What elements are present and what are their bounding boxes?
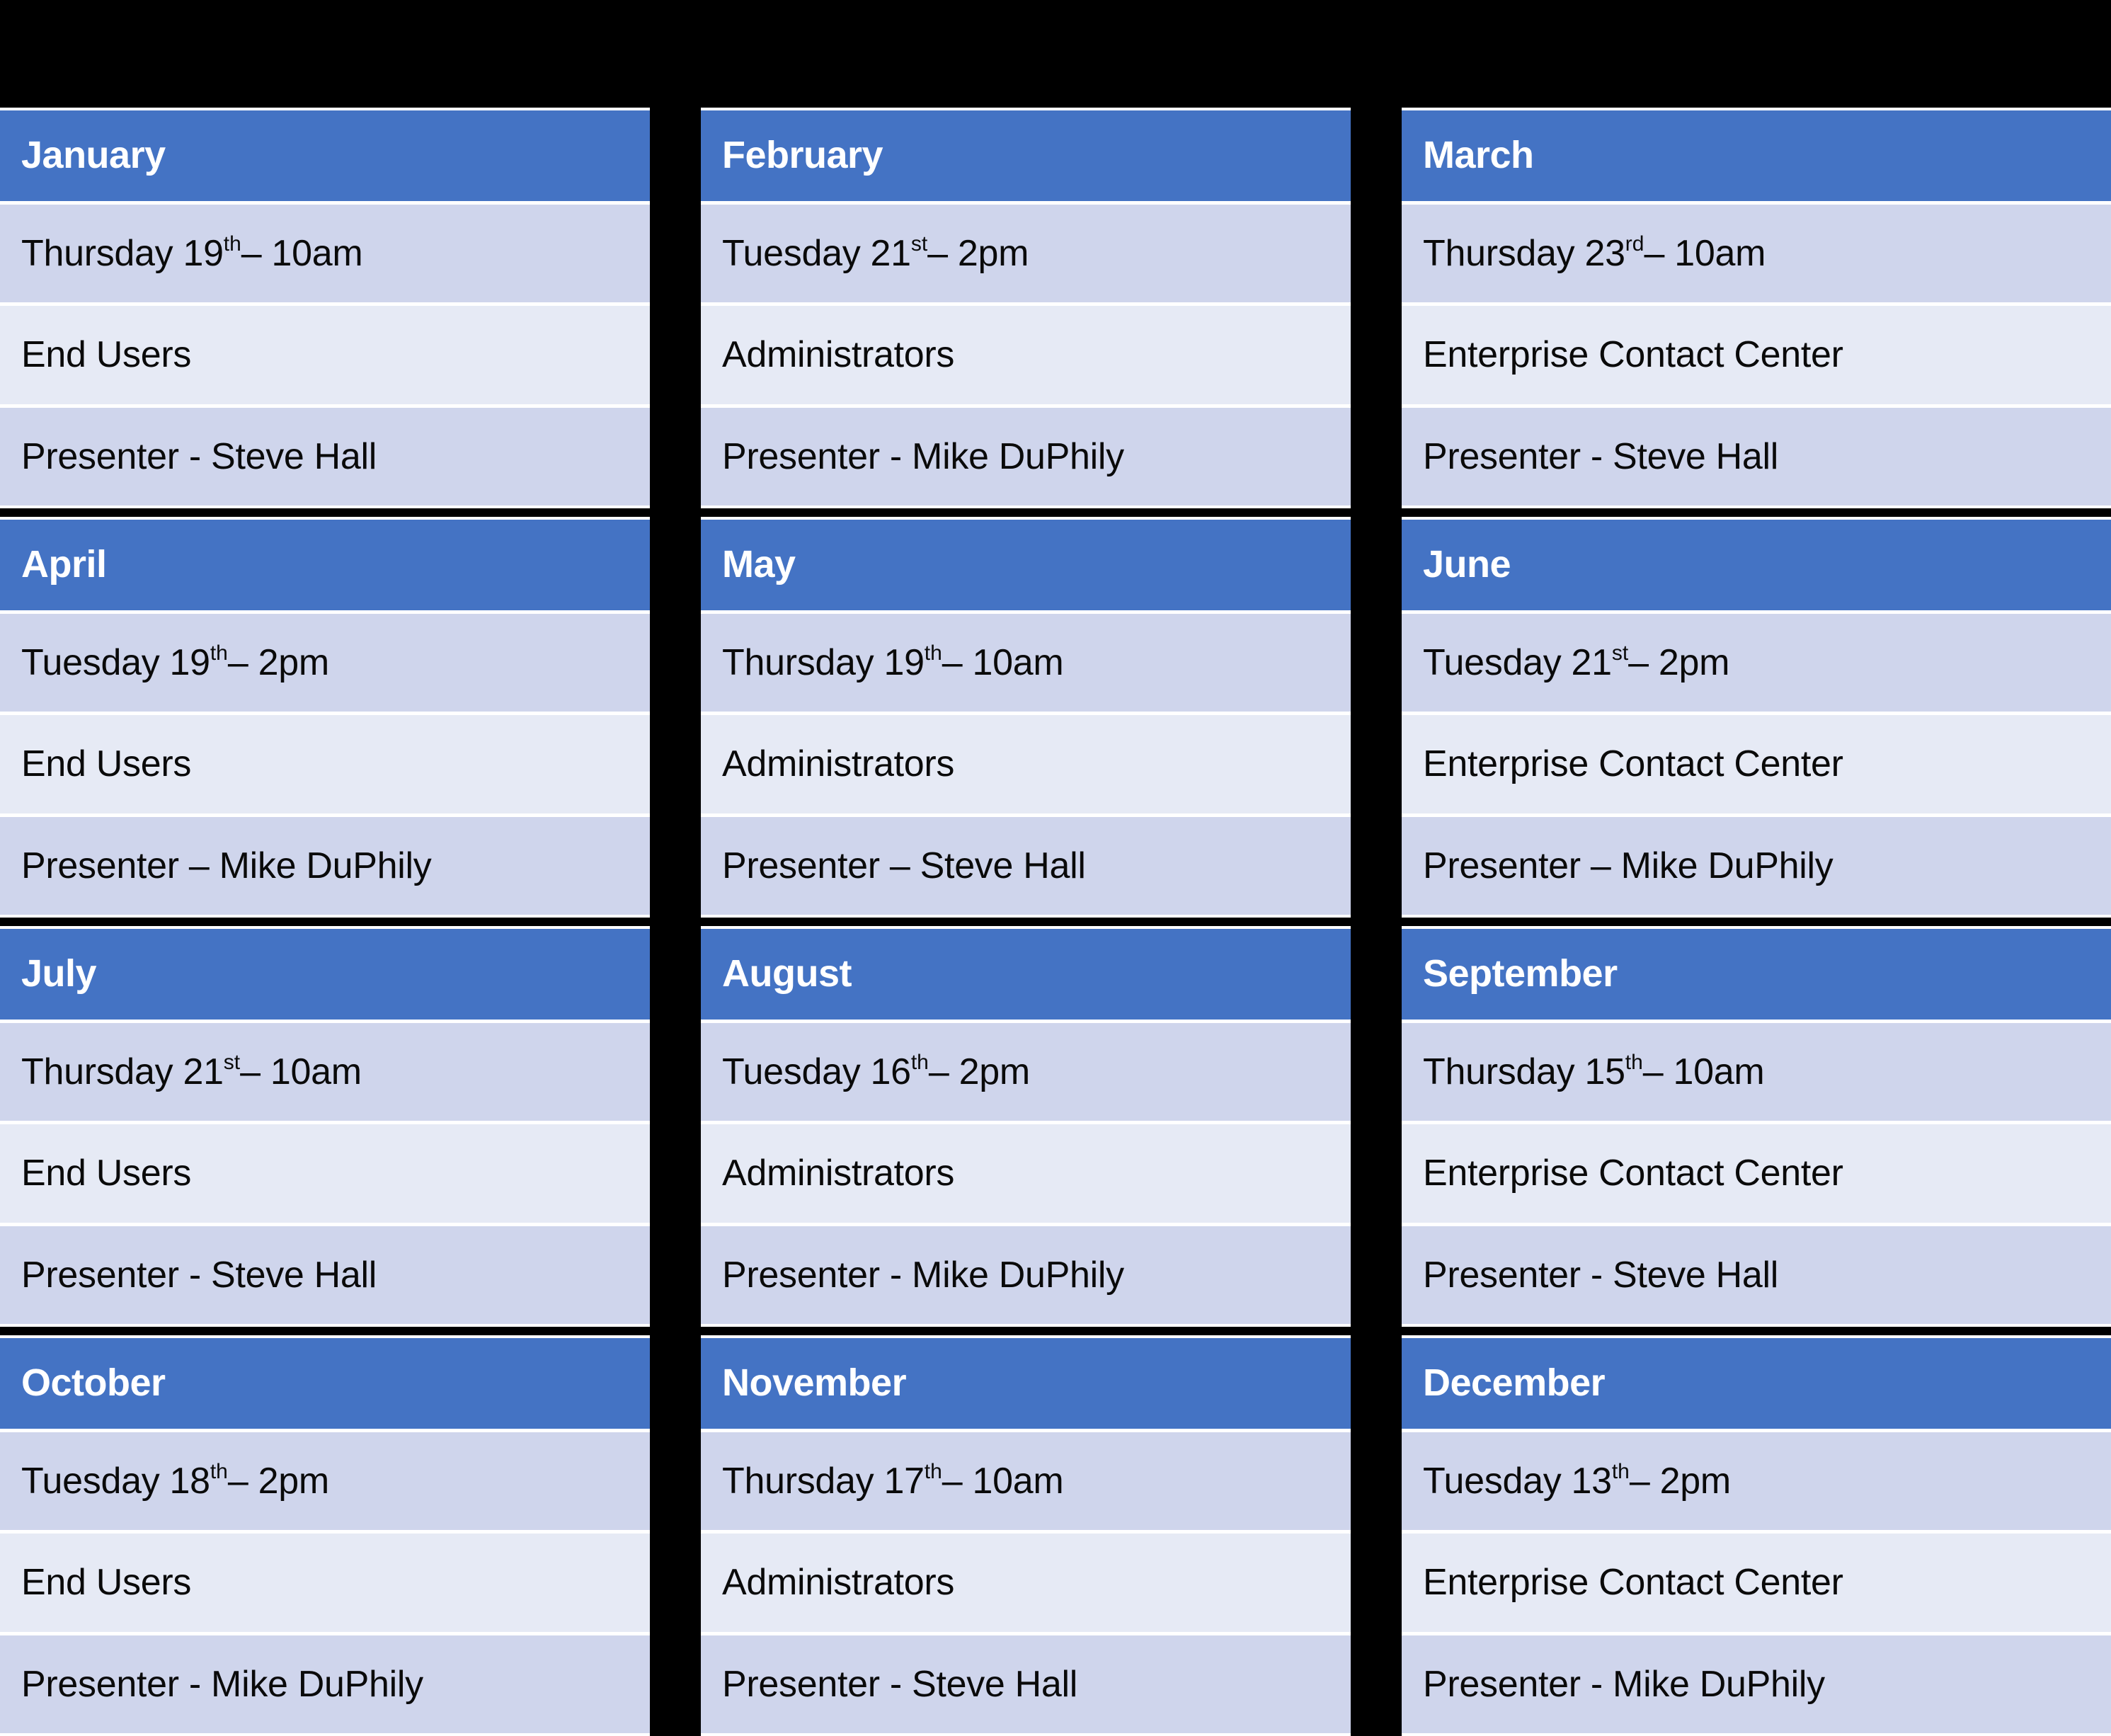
training-schedule-grid: January Thursday 19th – 10am End Users P… [0,0,2111,1736]
session-audience: Administrators [701,1124,1351,1223]
month-title: September [1402,929,2111,1020]
datetime-time: – 2pm [927,233,1029,275]
session-audience: End Users [0,1534,650,1632]
month-card-january[interactable]: January Thursday 19th – 10am End Users P… [0,108,650,508]
session-presenter: Presenter - Mike DuPhily [0,1635,650,1733]
datetime-time: – 2pm [1628,642,1730,684]
datetime-time: – 10am [1644,233,1766,275]
month-title: April [0,520,650,610]
datetime-text: Tuesday 16 [722,1051,911,1093]
datetime-text: Tuesday 21 [722,233,911,275]
session-audience: Administrators [701,715,1351,813]
datetime-text: Tuesday 21 [1423,642,1612,684]
session-audience: Administrators [701,306,1351,404]
datetime-time: – 2pm [1629,1461,1731,1502]
session-audience: Administrators [701,1534,1351,1632]
month-card-may[interactable]: May Thursday 19th – 10am Administrators … [701,517,1351,918]
datetime-time: – 2pm [227,642,329,684]
session-audience: End Users [0,715,650,813]
month-card-october[interactable]: October Tuesday 18th – 2pm End Users Pre… [0,1335,650,1736]
month-card-november[interactable]: November Thursday 17th – 10am Administra… [701,1335,1351,1736]
month-card-june[interactable]: June Tuesday 21st – 2pm Enterprise Conta… [1402,517,2111,918]
datetime-time: – 10am [942,1461,1064,1502]
month-title: June [1402,520,2111,610]
datetime-time: – 10am [942,642,1064,684]
session-datetime: Tuesday 18th – 2pm [0,1432,650,1531]
session-datetime: Thursday 19th – 10am [0,204,650,303]
month-card-july[interactable]: July Thursday 21st – 10am End Users Pres… [0,926,650,1327]
datetime-text: Thursday 21 [21,1051,224,1093]
month-card-december[interactable]: December Tuesday 13th – 2pm Enterprise C… [1402,1335,2111,1736]
month-title: March [1402,110,2111,201]
session-datetime: Thursday 19th – 10am [701,613,1351,712]
datetime-time: – 10am [1642,1051,1765,1093]
session-datetime: Thursday 15th – 10am [1402,1022,2111,1121]
session-audience: Enterprise Contact Center [1402,1124,2111,1223]
month-title: October [0,1338,650,1429]
month-card-february[interactable]: February Tuesday 21st – 2pm Administrato… [701,108,1351,508]
month-title: November [701,1338,1351,1429]
session-presenter: Presenter - Steve Hall [1402,407,2111,506]
month-title: May [701,520,1351,610]
session-presenter: Presenter - Steve Hall [0,407,650,506]
session-datetime: Tuesday 21st – 2pm [701,204,1351,303]
session-audience: Enterprise Contact Center [1402,715,2111,813]
session-presenter: Presenter – Mike DuPhily [1402,816,2111,915]
session-datetime: Thursday 23rd – 10am [1402,204,2111,303]
session-presenter: Presenter – Mike DuPhily [0,816,650,915]
datetime-text: Tuesday 13 [1423,1461,1612,1502]
datetime-time: – 10am [241,233,363,275]
datetime-text: Thursday 15 [1423,1051,1625,1093]
session-presenter: Presenter - Steve Hall [701,1635,1351,1733]
datetime-text: Tuesday 18 [21,1461,210,1502]
datetime-text: Tuesday 19 [21,642,210,684]
datetime-text: Thursday 17 [722,1461,925,1502]
session-datetime: Thursday 17th – 10am [701,1432,1351,1531]
session-presenter: Presenter - Mike DuPhily [701,407,1351,506]
session-datetime: Thursday 21st – 10am [0,1022,650,1121]
session-presenter: Presenter – Steve Hall [701,816,1351,915]
session-presenter: Presenter - Steve Hall [0,1226,650,1324]
month-title: February [701,110,1351,201]
session-audience: Enterprise Contact Center [1402,1534,2111,1632]
month-title: August [701,929,1351,1020]
month-card-september[interactable]: September Thursday 15th – 10am Enterpris… [1402,926,2111,1327]
month-card-april[interactable]: April Tuesday 19th – 2pm End Users Prese… [0,517,650,918]
session-audience: Enterprise Contact Center [1402,306,2111,404]
month-title: December [1402,1338,2111,1429]
datetime-text: Thursday 23 [1423,233,1625,275]
datetime-text: Thursday 19 [722,642,925,684]
session-presenter: Presenter - Steve Hall [1402,1226,2111,1324]
session-datetime: Tuesday 16th – 2pm [701,1022,1351,1121]
month-card-august[interactable]: August Tuesday 16th – 2pm Administrators… [701,926,1351,1327]
datetime-time: – 2pm [928,1051,1030,1093]
session-presenter: Presenter - Mike DuPhily [1402,1635,2111,1733]
month-title: January [0,110,650,201]
session-audience: End Users [0,306,650,404]
month-card-march[interactable]: March Thursday 23rd – 10am Enterprise Co… [1402,108,2111,508]
datetime-time: – 10am [240,1051,362,1093]
session-datetime: Tuesday 19th – 2pm [0,613,650,712]
session-datetime: Tuesday 13th – 2pm [1402,1432,2111,1531]
session-audience: End Users [0,1124,650,1223]
datetime-time: – 2pm [227,1461,329,1502]
session-presenter: Presenter - Mike DuPhily [701,1226,1351,1324]
month-title: July [0,929,650,1020]
datetime-text: Thursday 19 [21,233,224,275]
session-datetime: Tuesday 21st – 2pm [1402,613,2111,712]
